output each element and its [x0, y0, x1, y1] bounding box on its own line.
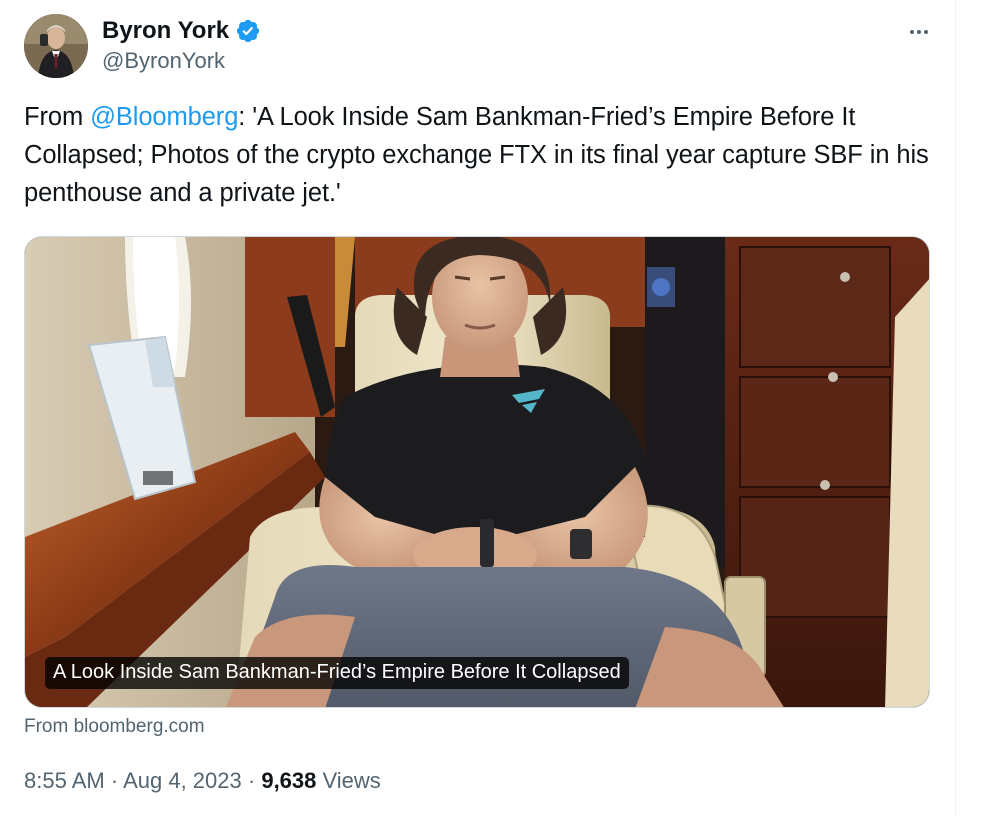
author-names: Byron York @ByronYork [102, 16, 261, 74]
meta-separator-1: · [110, 768, 119, 793]
card-caption: A Look Inside Sam Bankman-Fried’s Empire… [45, 657, 629, 689]
tweet-text: From @Bloomberg: 'A Look Inside Sam Bank… [24, 98, 934, 212]
tweet-text-prefix: From [24, 103, 91, 131]
views-count: 9,638 [261, 768, 317, 793]
mention-link[interactable]: @Bloomberg [90, 103, 238, 131]
more-options-icon[interactable] [902, 20, 936, 44]
meta-separator-2: · [247, 768, 256, 793]
timestamp-time[interactable]: 8:55 AM [24, 768, 105, 793]
author-handle[interactable]: @ByronYork [102, 48, 261, 74]
tweet-meta: 8:55 AM · Aug 4, 2023 · 9,638 Views [24, 768, 381, 794]
avatar[interactable] [24, 14, 88, 78]
display-name-row: Byron York [102, 16, 261, 46]
tweet-article: Byron York @ByronYork From @Bloomberg: '… [0, 0, 956, 816]
link-card-image[interactable]: A Look Inside Sam Bankman-Fried’s Empire… [24, 236, 930, 708]
card-source-link[interactable]: From bloomberg.com [24, 716, 205, 738]
verified-badge-icon[interactable] [235, 18, 261, 44]
views-label: Views [322, 768, 381, 793]
jet-cabin-photo [25, 237, 929, 707]
tweet-header: Byron York @ByronYork [24, 14, 934, 78]
timestamp-date[interactable]: Aug 4, 2023 [123, 768, 242, 793]
author-display-name[interactable]: Byron York [102, 17, 229, 45]
